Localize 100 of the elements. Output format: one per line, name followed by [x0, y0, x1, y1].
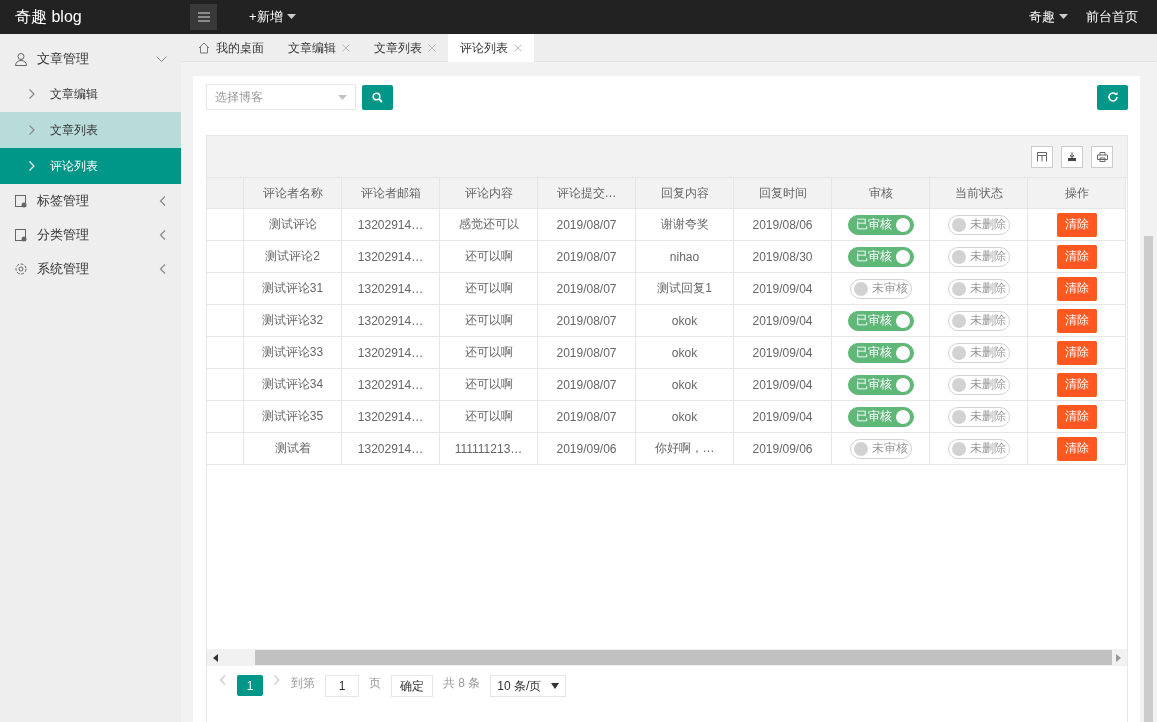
scroll-left-icon[interactable]	[213, 653, 218, 662]
table-cell: 111111213…	[440, 433, 538, 465]
clear-button[interactable]: 清除	[1056, 436, 1097, 461]
sidebar-item[interactable]: 标签管理	[0, 184, 181, 218]
table-cell: 测试评论32	[244, 305, 342, 337]
table-cell: 谢谢夸奖	[636, 209, 734, 241]
sidebar-item[interactable]: 文章管理	[0, 42, 181, 76]
close-icon[interactable]	[514, 44, 522, 52]
audit-toggle[interactable]: 已审核	[847, 406, 914, 427]
table-cell: nihao	[636, 241, 734, 273]
table-cell: 2019/08/07	[538, 337, 636, 369]
settings-icon	[14, 262, 28, 276]
search-button[interactable]	[362, 84, 393, 110]
print-button[interactable]	[1091, 145, 1113, 168]
table-cell: 2019/09/06	[734, 433, 832, 465]
table-cell: 13202914…	[342, 273, 440, 305]
document-icon	[14, 194, 28, 208]
table-cell: 还可以啊	[440, 241, 538, 273]
add-menu[interactable]: +新增	[249, 8, 296, 26]
caret-icon	[338, 94, 347, 100]
clear-button[interactable]: 清除	[1056, 340, 1097, 365]
scroll-right-icon[interactable]	[1116, 653, 1121, 662]
delete-toggle[interactable]: 未删除	[947, 438, 1010, 459]
audit-toggle[interactable]: 未审核	[849, 438, 912, 459]
home-link[interactable]: 前台首页	[1086, 8, 1138, 26]
audit-toggle[interactable]: 已审核	[847, 310, 914, 331]
table-cell: 13202914…	[342, 337, 440, 369]
sidebar-subitem[interactable]: 文章编辑	[0, 76, 181, 112]
table-cell: 2019/09/04	[734, 337, 832, 369]
tab[interactable]: 评论列表	[448, 34, 534, 62]
sidebar-item[interactable]: 分类管理	[0, 218, 181, 252]
chevron-right-icon	[28, 161, 36, 171]
clear-button[interactable]: 清除	[1056, 404, 1097, 429]
delete-toggle[interactable]: 未删除	[947, 214, 1010, 235]
table-cell: okok	[636, 401, 734, 433]
chevron-right-icon	[28, 89, 36, 99]
delete-toggle[interactable]: 未删除	[947, 342, 1010, 363]
sidebar-subitem[interactable]: 评论列表	[0, 148, 181, 184]
column-header: 回复时间	[734, 178, 832, 209]
table-cell: 2019/09/04	[734, 369, 832, 401]
table-cell: 2019/08/07	[538, 401, 636, 433]
table-cell: 2019/08/07	[538, 369, 636, 401]
previous-page-icon	[219, 675, 227, 685]
tab[interactable]: 文章列表	[362, 34, 448, 62]
table-cell: 测试评论34	[244, 369, 342, 401]
clear-button[interactable]: 清除	[1056, 372, 1097, 397]
clear-button[interactable]: 清除	[1056, 308, 1097, 333]
horizontal-scrollbar[interactable]	[207, 649, 1127, 666]
chevron-left-icon	[159, 264, 167, 274]
audit-toggle[interactable]: 未审核	[849, 278, 912, 299]
next-page-icon	[273, 675, 281, 685]
goto-label: 到第	[291, 675, 315, 692]
column-header: 评论内容	[440, 178, 538, 209]
tab[interactable]: 我的桌面	[186, 34, 276, 62]
refresh-button[interactable]	[1097, 84, 1128, 110]
delete-toggle[interactable]: 未删除	[947, 246, 1010, 267]
blog-select[interactable]: 选择博客	[206, 84, 356, 110]
table-cell: 还可以啊	[440, 337, 538, 369]
clear-button[interactable]: 清除	[1056, 212, 1097, 237]
clear-button[interactable]: 清除	[1056, 276, 1097, 301]
page-input[interactable]: 1	[325, 675, 359, 697]
audit-toggle[interactable]: 已审核	[847, 342, 914, 363]
column-header: 回复内容	[636, 178, 734, 209]
column-header: 审核	[832, 178, 930, 209]
table-cell: 还可以啊	[440, 273, 538, 305]
tab[interactable]: 文章编辑	[276, 34, 362, 62]
delete-toggle[interactable]: 未删除	[947, 278, 1010, 299]
table-cell: 还可以啊	[440, 401, 538, 433]
chevron-left-icon	[159, 230, 167, 240]
user-menu[interactable]: 奇趣	[1029, 8, 1068, 26]
sidebar-subitem[interactable]: 文章列表	[0, 112, 181, 148]
table-cell: 2019/08/07	[538, 241, 636, 273]
refresh-icon	[1106, 91, 1119, 103]
table-cell: 13202914…	[342, 369, 440, 401]
columns-button[interactable]	[1031, 145, 1053, 168]
menu-button[interactable]	[190, 4, 217, 30]
delete-toggle[interactable]: 未删除	[947, 310, 1010, 331]
clear-button[interactable]: 清除	[1056, 244, 1097, 269]
table-cell: 2019/08/07	[538, 305, 636, 337]
confirm-button[interactable]: 确定	[391, 675, 433, 697]
printer-icon	[1096, 151, 1108, 162]
table-cell: 测试评论	[244, 209, 342, 241]
export-button[interactable]	[1061, 145, 1083, 168]
columns-icon	[1037, 151, 1047, 162]
delete-toggle[interactable]: 未删除	[947, 374, 1010, 395]
table-cell: 还可以啊	[440, 369, 538, 401]
page-size-select[interactable]: 10 条/页	[490, 675, 567, 697]
delete-toggle[interactable]: 未删除	[947, 406, 1010, 427]
audit-toggle[interactable]: 已审核	[847, 214, 914, 235]
audit-toggle[interactable]: 已审核	[847, 374, 914, 395]
column-header: 操作	[1028, 178, 1126, 209]
column-header: 评论提交…	[538, 178, 636, 209]
vertical-scrollbar[interactable]	[1144, 236, 1153, 722]
table-cell: 2019/09/04	[734, 305, 832, 337]
audit-toggle[interactable]: 已审核	[847, 246, 914, 267]
sidebar-item[interactable]: 系统管理	[0, 252, 181, 286]
page-button[interactable]: 1	[237, 675, 263, 696]
table-cell: 2019/08/30	[734, 241, 832, 273]
table-cell: 测试评论2	[244, 241, 342, 273]
table-cell: 2019/08/06	[734, 209, 832, 241]
